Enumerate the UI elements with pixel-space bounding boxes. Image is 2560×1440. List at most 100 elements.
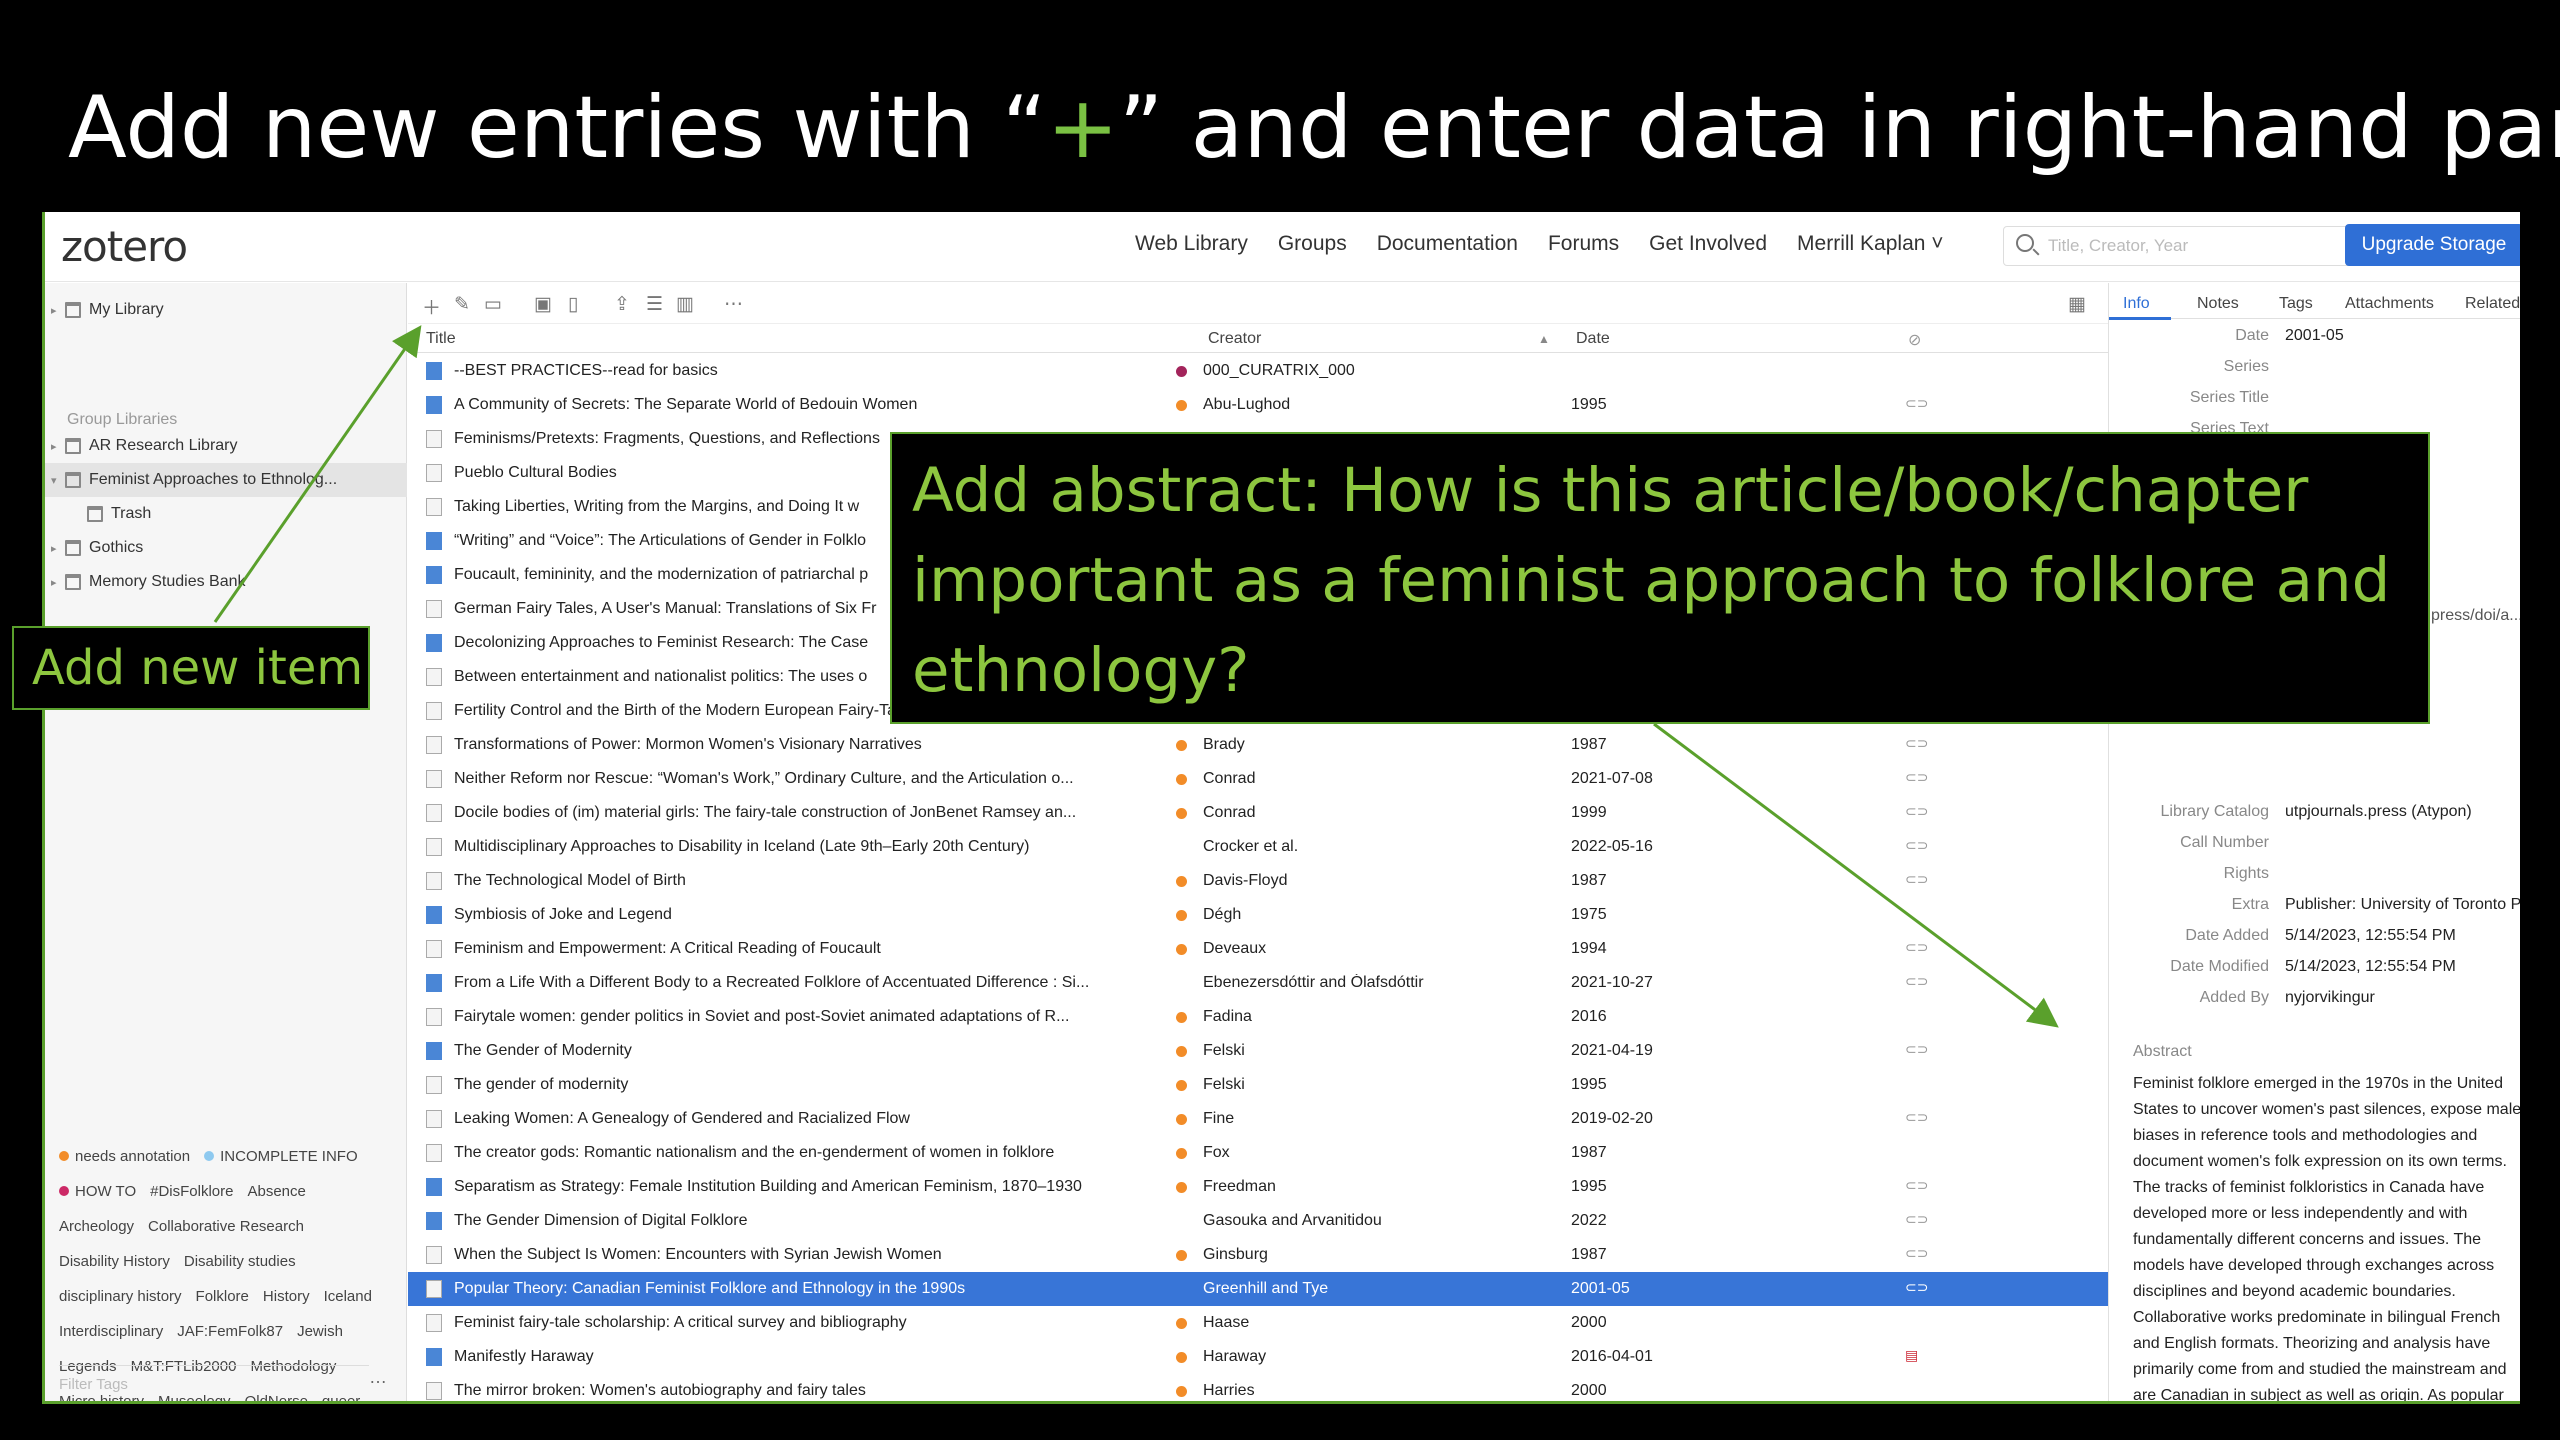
link-attachment-icon[interactable]: ⊂⊃ <box>1905 1211 1928 1228</box>
table-row[interactable]: The Gender Dimension of Digital Folklore… <box>408 1204 2108 1238</box>
filter-tags-input[interactable]: Filter Tags <box>59 1365 369 1399</box>
table-row[interactable]: Manifestly Haraway Haraway 2016-04-01 ▤ <box>408 1340 2108 1374</box>
table-row-selected[interactable]: Popular Theory: Canadian Feminist Folklo… <box>408 1272 2108 1306</box>
tag-item[interactable]: History <box>263 1279 310 1314</box>
link-attachment-icon[interactable]: ⊂⊃ <box>1905 735 1928 752</box>
link-attachment-icon[interactable]: ⊂⊃ <box>1905 1041 1928 1058</box>
link-attachment-icon[interactable]: ⊂⊃ <box>1905 803 1928 820</box>
expand-caret-icon[interactable]: ▸ <box>51 304 65 317</box>
tag-item[interactable]: JAF:FemFolk87 <box>177 1314 283 1349</box>
new-note-icon[interactable]: ▭ <box>484 293 502 316</box>
nav-forums[interactable]: Forums <box>1548 232 1619 256</box>
table-row[interactable]: Docile bodies of (im) material girls: Th… <box>408 796 2108 830</box>
tree-gothics[interactable]: ▸ Gothics <box>51 539 143 557</box>
table-row[interactable]: The gender of modernity Felski 1995 <box>408 1068 2108 1102</box>
tree-my-library[interactable]: ▸ My Library <box>51 301 164 319</box>
column-date[interactable]: Date <box>1576 330 1610 348</box>
link-attachment-icon[interactable]: ⊂⊃ <box>1905 1279 1928 1296</box>
nav-documentation[interactable]: Documentation <box>1377 232 1518 256</box>
table-row[interactable]: The mirror broken: Women's autobiography… <box>408 1374 2108 1401</box>
tag-item[interactable]: Interdisciplinary <box>59 1314 163 1349</box>
table-row[interactable]: Feminism and Empowerment: A Critical Rea… <box>408 932 2108 966</box>
tag-item[interactable]: #DisFolklore <box>150 1174 233 1209</box>
field-value[interactable]: 5/14/2023, 12:55:54 PM <box>2285 927 2456 945</box>
tree-ar-research-library[interactable]: ▸ AR Research Library <box>51 437 238 455</box>
sort-ascending-icon[interactable]: ▲ <box>1538 332 1550 346</box>
table-row[interactable]: From a Life With a Different Body to a R… <box>408 966 2108 1000</box>
tag-item[interactable]: Disability studies <box>184 1244 296 1279</box>
tag-item[interactable]: INCOMPLETE INFO <box>204 1139 358 1174</box>
tag-item[interactable]: HOW TO <box>59 1174 136 1209</box>
table-row[interactable]: Neither Reform nor Rescue: “Woman's Work… <box>408 762 2108 796</box>
bibliography-icon[interactable]: ▥ <box>676 293 694 316</box>
table-row[interactable]: A Community of Secrets: The Separate Wor… <box>408 388 2108 422</box>
tag-item[interactable]: needs annotation <box>59 1139 190 1174</box>
link-attachment-icon[interactable]: ⊂⊃ <box>1905 395 1928 412</box>
link-attachment-icon[interactable]: ⊂⊃ <box>1905 939 1928 956</box>
tag-item[interactable]: Absence <box>247 1174 305 1209</box>
table-row[interactable]: When the Subject Is Women: Encounters wi… <box>408 1238 2108 1272</box>
export-icon[interactable]: ⇪ <box>614 293 630 316</box>
table-row[interactable]: Fairytale women: gender politics in Sovi… <box>408 1000 2108 1034</box>
link-attachment-icon[interactable]: ⊂⊃ <box>1905 1177 1928 1194</box>
upgrade-storage-button[interactable]: Upgrade Storage <box>2345 224 2520 266</box>
tree-memory-studies-bank[interactable]: ▸ Memory Studies Bank <box>51 573 246 591</box>
tag-item[interactable]: Archeology <box>59 1209 134 1244</box>
tag-item[interactable]: Jewish <box>297 1314 343 1349</box>
table-row[interactable]: The Gender of Modernity Felski 2021-04-19 ⊂… <box>408 1034 2108 1068</box>
table-row[interactable]: --BEST PRACTICES--read for basics 000_CUR… <box>408 354 2108 388</box>
link-attachment-icon[interactable]: ⊂⊃ <box>1905 871 1928 888</box>
trash-icon[interactable]: ▯ <box>568 293 578 316</box>
link-attachment-icon[interactable]: ⊂⊃ <box>1905 1245 1928 1262</box>
pdf-attachment-icon[interactable]: ▤ <box>1905 1347 1918 1364</box>
url-field-fragment[interactable]: press/doi/a... <box>2431 607 2520 625</box>
table-row[interactable]: Feminist fairy-tale scholarship: A criti… <box>408 1306 2108 1340</box>
tab-tags[interactable]: Tags <box>2279 295 2313 313</box>
collapse-caret-icon[interactable]: ▾ <box>51 474 65 487</box>
user-menu[interactable]: Merrill Kaplan ˅ <box>1797 232 1943 256</box>
cite-icon[interactable]: ☰ <box>646 293 663 316</box>
expand-caret-icon[interactable]: ▸ <box>51 542 65 555</box>
table-row[interactable]: Transformations of Power: Mormon Women's… <box>408 728 2108 762</box>
link-attachment-icon[interactable]: ⊂⊃ <box>1905 769 1928 786</box>
magic-wand-icon[interactable]: ✎ <box>454 293 470 316</box>
link-attachment-icon[interactable]: ⊂⊃ <box>1905 973 1928 990</box>
tab-info[interactable]: Info <box>2123 295 2150 313</box>
tab-related[interactable]: Related <box>2465 295 2520 313</box>
field-value[interactable]: 5/14/2023, 12:55:54 PM <box>2285 958 2456 976</box>
nav-web-library[interactable]: Web Library <box>1135 232 1248 256</box>
column-picker-icon[interactable]: ▦ <box>2068 293 2086 316</box>
field-value[interactable]: nyjorvikingur <box>2285 989 2375 1007</box>
column-title[interactable]: Title <box>426 330 456 348</box>
tag-item[interactable]: Iceland <box>324 1279 372 1314</box>
field-value[interactable]: utpjournals.press (Atypon) <box>2285 803 2472 821</box>
expand-caret-icon[interactable]: ▸ <box>51 576 65 589</box>
tab-attachments[interactable]: Attachments <box>2345 295 2434 313</box>
nav-get-involved[interactable]: Get Involved <box>1649 232 1767 256</box>
table-row[interactable]: Separatism as Strategy: Female Instituti… <box>408 1170 2108 1204</box>
tag-item[interactable]: Disability History <box>59 1244 170 1279</box>
link-attachment-icon[interactable]: ⊂⊃ <box>1905 837 1928 854</box>
table-row[interactable]: Multidisciplinary Approaches to Disabili… <box>408 830 2108 864</box>
zotero-logo[interactable]: zotero <box>61 222 188 271</box>
tag-item[interactable]: disciplinary history <box>59 1279 182 1314</box>
abstract-field[interactable]: Feminist folklore emerged in the 1970s i… <box>2133 1071 2520 1401</box>
table-row[interactable]: Leaking Women: A Genealogy of Gendered a… <box>408 1102 2108 1136</box>
tag-options-button[interactable]: … <box>369 1367 387 1388</box>
table-row[interactable]: Symbiosis of Joke and Legend Dégh 1975 <box>408 898 2108 932</box>
field-value[interactable]: Publisher: University of Toronto Press <box>2285 896 2520 914</box>
tree-trash[interactable]: Trash <box>87 505 151 523</box>
attachment-column-icon[interactable]: ⊘ <box>1908 330 1921 350</box>
add-to-collection-icon[interactable]: ▣ <box>534 293 552 316</box>
new-item-button[interactable]: ＋ <box>422 293 441 320</box>
column-creator[interactable]: Creator <box>1208 330 1261 348</box>
more-actions-icon[interactable]: ⋯ <box>724 293 743 316</box>
search-input[interactable]: Title, Creator, Year <box>2003 226 2355 266</box>
tab-notes[interactable]: Notes <box>2197 295 2239 313</box>
expand-caret-icon[interactable]: ▸ <box>51 440 65 453</box>
table-row[interactable]: The Technological Model of Birth Davis-Fl… <box>408 864 2108 898</box>
tree-feminist-approaches[interactable]: ▾ Feminist Approaches to Ethnolog... <box>51 471 337 489</box>
tag-item[interactable]: Folklore <box>196 1279 249 1314</box>
link-attachment-icon[interactable]: ⊂⊃ <box>1905 1109 1928 1126</box>
nav-groups[interactable]: Groups <box>1278 232 1347 256</box>
